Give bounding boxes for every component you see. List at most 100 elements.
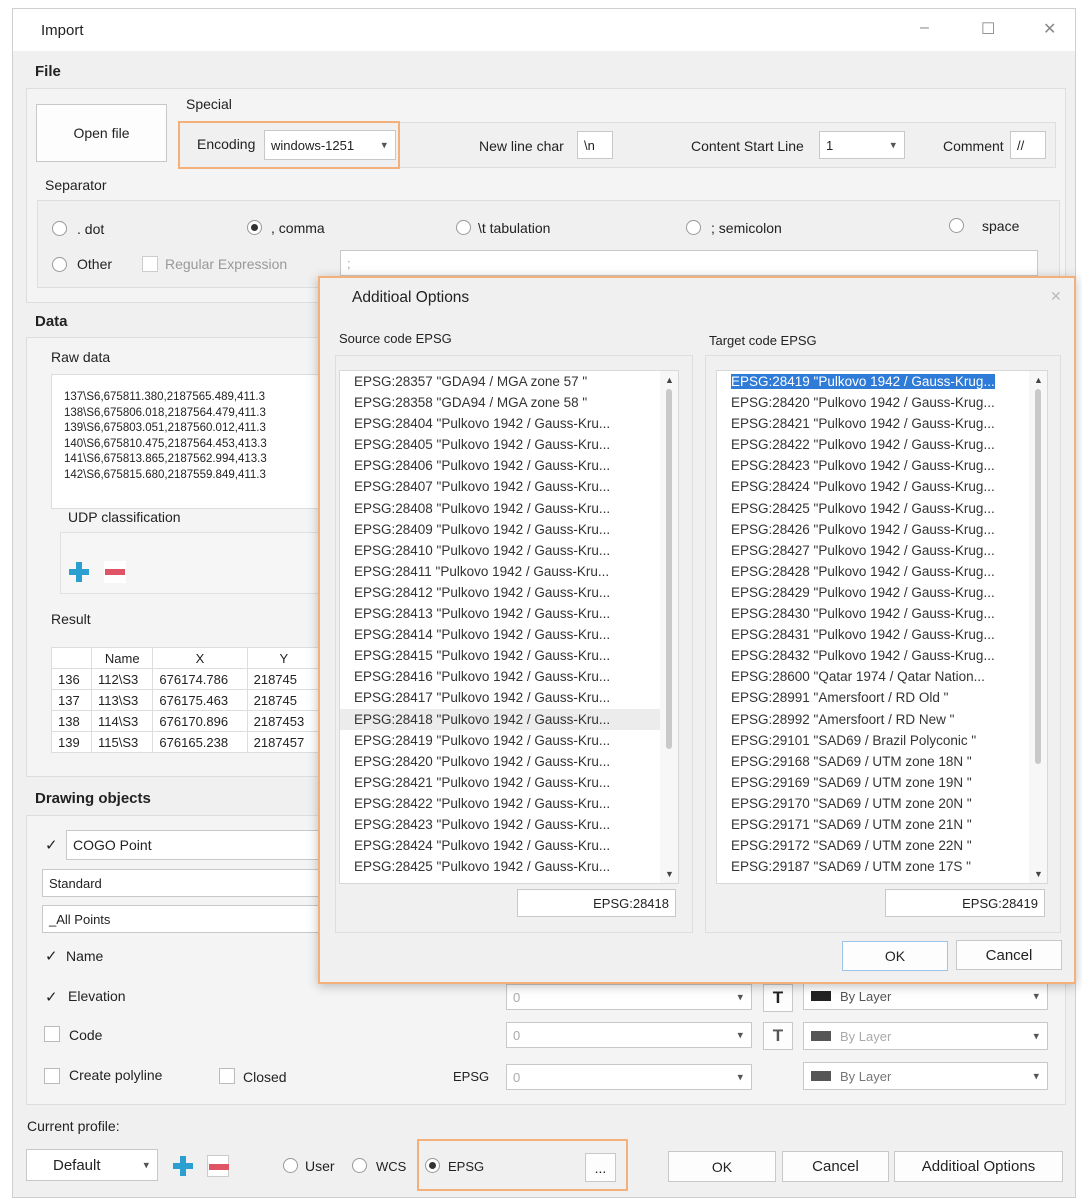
list-item[interactable]: EPSG:28424 "Pulkovo 1942 / Gauss-Krug...: [717, 476, 1047, 497]
text-style-icon[interactable]: T: [763, 1022, 793, 1050]
list-item[interactable]: EPSG:29168 "SAD69 / UTM zone 18N ": [717, 751, 1047, 772]
other-radio[interactable]: [52, 257, 67, 272]
dot-radio[interactable]: [52, 221, 67, 236]
additional-options-button[interactable]: Additioal Options: [894, 1151, 1063, 1182]
remove-icon[interactable]: [104, 561, 126, 583]
scroll-down-icon[interactable]: ▼: [1034, 869, 1043, 879]
list-item[interactable]: EPSG:28419 "Pulkovo 1942 / Gauss-Kru...: [340, 730, 678, 751]
cancel-button[interactable]: Cancel: [782, 1151, 889, 1182]
source-epsg-list[interactable]: ▲ ▼ EPSG:28357 "GDA94 / MGA zone 57 " EPS…: [339, 370, 679, 884]
semicolon-radio[interactable]: [686, 220, 701, 235]
encoding-select[interactable]: windows-1251: [264, 130, 396, 160]
scroll-down-icon[interactable]: ▼: [665, 869, 674, 879]
add-icon[interactable]: [68, 561, 90, 583]
ok-button[interactable]: OK: [668, 1151, 776, 1182]
list-item[interactable]: EPSG:28412 "Pulkovo 1942 / Gauss-Kru...: [340, 582, 678, 603]
scroll-up-icon[interactable]: ▲: [1034, 375, 1043, 385]
close-icon[interactable]: ✕: [1043, 19, 1056, 39]
list-item[interactable]: EPSG:28422 "Pulkovo 1942 / Gauss-Krug...: [717, 434, 1047, 455]
list-item[interactable]: EPSG:28425 "Pulkovo 1942 / Gauss-Kru...: [340, 856, 678, 877]
regex-checkbox[interactable]: [142, 256, 158, 272]
epsg-browse-button[interactable]: ...: [585, 1153, 616, 1182]
list-item[interactable]: EPSG:28407 "Pulkovo 1942 / Gauss-Kru...: [340, 476, 678, 497]
list-item[interactable]: EPSG:28423 "Pulkovo 1942 / Gauss-Kru...: [340, 814, 678, 835]
list-item[interactable]: EPSG:28421 "Pulkovo 1942 / Gauss-Krug...: [717, 413, 1047, 434]
list-item[interactable]: EPSG:28428 "Pulkovo 1942 / Gauss-Krug...: [717, 561, 1047, 582]
list-item[interactable]: EPSG:28418 "Pulkovo 1942 / Gauss-Kru...: [340, 708, 678, 730]
epsg-precision-select[interactable]: 0: [506, 1064, 752, 1090]
list-item[interactable]: EPSG:28432 "Pulkovo 1942 / Gauss-Krug...: [717, 645, 1047, 666]
tabulation-radio[interactable]: [456, 220, 471, 235]
list-item[interactable]: EPSG:28410 "Pulkovo 1942 / Gauss-Kru...: [340, 540, 678, 561]
list-item[interactable]: EPSG:28419 "Pulkovo 1942 / Gauss-Krug...: [717, 371, 1047, 392]
elevation-layer-select[interactable]: By Layer: [803, 982, 1048, 1010]
style-field[interactable]: Standard: [42, 869, 326, 897]
comma-radio[interactable]: [247, 220, 262, 235]
dialog-close-icon[interactable]: ✕: [1050, 288, 1062, 305]
list-item[interactable]: EPSG:28415 "Pulkovo 1942 / Gauss-Kru...: [340, 645, 678, 666]
list-item[interactable]: EPSG:28423 "Pulkovo 1942 / Gauss-Krug...: [717, 455, 1047, 476]
source-scrollbar[interactable]: ▲ ▼: [660, 371, 678, 883]
list-item[interactable]: EPSG:29171 "SAD69 / UTM zone 21N ": [717, 814, 1047, 835]
maximize-icon[interactable]: ☐: [981, 19, 995, 39]
open-file-button[interactable]: Open file: [36, 104, 167, 162]
list-item[interactable]: EPSG:28409 "Pulkovo 1942 / Gauss-Kru...: [340, 519, 678, 540]
content-start-select[interactable]: 1: [819, 131, 905, 159]
regex-input[interactable]: ;: [340, 250, 1038, 276]
closed-checkbox[interactable]: [219, 1068, 235, 1084]
wcs-radio[interactable]: [352, 1158, 367, 1173]
text-style-icon[interactable]: T: [763, 984, 793, 1012]
comment-input[interactable]: //: [1010, 131, 1046, 159]
list-item[interactable]: EPSG:28405 "Pulkovo 1942 / Gauss-Kru...: [340, 434, 678, 455]
scroll-thumb[interactable]: [1035, 389, 1041, 764]
list-item[interactable]: EPSG:28429 "Pulkovo 1942 / Gauss-Krug...: [717, 582, 1047, 603]
source-epsg-input[interactable]: EPSG:28418: [517, 889, 676, 917]
add-profile-icon[interactable]: [172, 1155, 194, 1177]
point-group-field[interactable]: _All Points: [42, 905, 326, 933]
scroll-up-icon[interactable]: ▲: [665, 375, 674, 385]
list-item[interactable]: EPSG:28991 "Amersfoort / RD Old ": [717, 687, 1047, 708]
elevation-precision-select[interactable]: 0: [506, 984, 752, 1010]
list-item[interactable]: EPSG:28431 "Pulkovo 1942 / Gauss-Krug...: [717, 624, 1047, 645]
target-epsg-input[interactable]: EPSG:28419: [885, 889, 1045, 917]
list-item[interactable]: EPSG:28408 "Pulkovo 1942 / Gauss-Kru...: [340, 498, 678, 519]
list-item[interactable]: EPSG:28422 "Pulkovo 1942 / Gauss-Kru...: [340, 793, 678, 814]
newline-input[interactable]: \n: [577, 131, 613, 159]
list-item[interactable]: EPSG:28426 "Pulkovo 1942 / Gauss-Krug...: [717, 519, 1047, 540]
list-item[interactable]: EPSG:28404 "Pulkovo 1942 / Gauss-Kru...: [340, 413, 678, 434]
object-type-field[interactable]: COGO Point: [66, 830, 326, 860]
minimize-icon[interactable]: –: [920, 19, 929, 37]
user-radio[interactable]: [283, 1158, 298, 1173]
list-item[interactable]: EPSG:28406 "Pulkovo 1942 / Gauss-Kru...: [340, 455, 678, 476]
result-table[interactable]: Name X Y 136 112\S3 676174.786 218745 137 113\…: [50, 647, 322, 753]
scroll-thumb[interactable]: [666, 389, 672, 749]
list-item[interactable]: EPSG:29187 "SAD69 / UTM zone 17S ": [717, 856, 1047, 877]
list-item[interactable]: EPSG:28424 "Pulkovo 1942 / Gauss-Kru...: [340, 835, 678, 856]
list-item[interactable]: EPSG:28413 "Pulkovo 1942 / Gauss-Kru...: [340, 603, 678, 624]
profile-select[interactable]: Default: [26, 1149, 158, 1181]
target-scrollbar[interactable]: ▲ ▼: [1029, 371, 1047, 883]
remove-profile-icon[interactable]: [207, 1155, 229, 1177]
list-item[interactable]: EPSG:28411 "Pulkovo 1942 / Gauss-Kru...: [340, 561, 678, 582]
list-item[interactable]: EPSG:28414 "Pulkovo 1942 / Gauss-Kru...: [340, 624, 678, 645]
list-item[interactable]: EPSG:29169 "SAD69 / UTM zone 19N ": [717, 772, 1047, 793]
list-item[interactable]: EPSG:28427 "Pulkovo 1942 / Gauss-Krug...: [717, 540, 1047, 561]
list-item[interactable]: EPSG:28992 "Amersfoort / RD New ": [717, 709, 1047, 730]
table-row[interactable]: 136 112\S3 676174.786 218745: [50, 668, 322, 690]
list-item[interactable]: EPSG:28358 "GDA94 / MGA zone 58 ": [340, 392, 678, 413]
elevation-check-icon[interactable]: ✓: [45, 988, 58, 1006]
dialog-ok-button[interactable]: OK: [842, 941, 948, 971]
space-radio[interactable]: [949, 218, 964, 233]
epsg-radio[interactable]: [425, 1158, 440, 1173]
polyline-checkbox[interactable]: [44, 1068, 60, 1084]
name-check-icon[interactable]: ✓: [45, 947, 58, 965]
code-precision-select[interactable]: 0: [506, 1022, 752, 1048]
list-item[interactable]: EPSG:28430 "Pulkovo 1942 / Gauss-Krug...: [717, 603, 1047, 624]
list-item[interactable]: EPSG:28416 "Pulkovo 1942 / Gauss-Kru...: [340, 666, 678, 687]
list-item[interactable]: EPSG:28417 "Pulkovo 1942 / Gauss-Kru...: [340, 687, 678, 708]
table-row[interactable]: 138 114\S3 676170.896 2187453: [50, 710, 322, 732]
epsg-layer-select[interactable]: By Layer: [803, 1062, 1048, 1090]
list-item[interactable]: EPSG:29170 "SAD69 / UTM zone 20N ": [717, 793, 1047, 814]
list-item[interactable]: EPSG:29172 "SAD69 / UTM zone 22N ": [717, 835, 1047, 856]
target-epsg-list[interactable]: ▲ ▼ EPSG:28419 "Pulkovo 1942 / Gauss-Kru…: [716, 370, 1048, 884]
